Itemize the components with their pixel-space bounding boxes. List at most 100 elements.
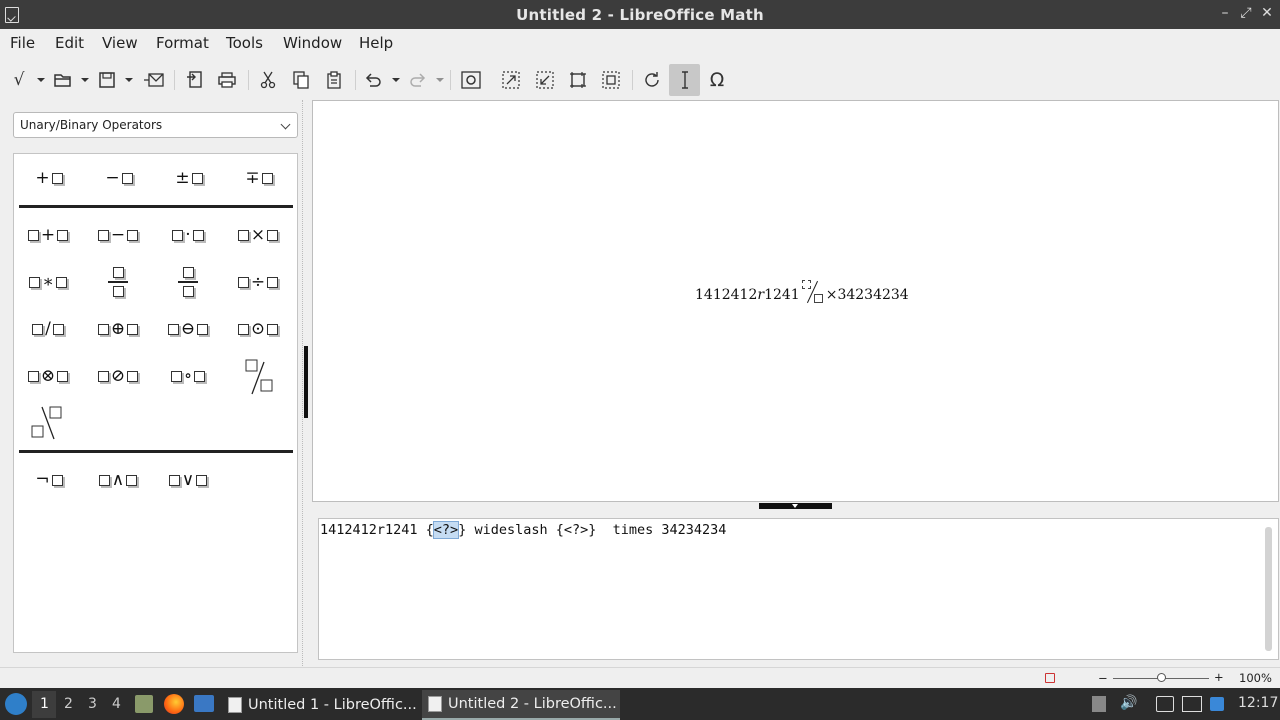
menu-bar: File Edit View Format Tools Window Help: [0, 29, 1280, 57]
cut-icon[interactable]: [258, 69, 278, 91]
rendered-formula: 1412412r1241 ×34234234: [695, 280, 909, 304]
title-bar: Untitled 2 - LibreOffice Math – ⤢ ✕: [0, 0, 1280, 29]
zoom-out-icon[interactable]: [501, 69, 521, 91]
workspace-4[interactable]: 4: [112, 696, 121, 712]
chevron-down-icon: [280, 119, 291, 130]
menu-tools[interactable]: Tools: [226, 34, 263, 52]
file-manager-icon[interactable]: [135, 695, 153, 713]
element-composition[interactable]: ∘: [158, 356, 218, 396]
selected-placeholder: <?>: [432, 521, 460, 539]
zoom-in-icon[interactable]: [460, 69, 482, 91]
element-multiplication-asterisk[interactable]: ∗: [18, 262, 78, 302]
open-icon[interactable]: [53, 69, 73, 91]
clipboard-icon[interactable]: [1092, 696, 1106, 712]
zoom-in-button[interactable]: +: [1214, 670, 1224, 684]
menu-edit[interactable]: Edit: [55, 34, 84, 52]
menu-help[interactable]: Help: [359, 34, 393, 52]
update-icon[interactable]: [642, 69, 662, 91]
formula-cursor-icon[interactable]: √: [9, 69, 29, 91]
elements-panel: + − ± ∓ + − · × ∗ ÷ / ⊕ ⊖ ⊙ ⊗ ⊘ ∘ ¬ ∧ ∨: [13, 153, 298, 653]
clock: 12:17: [1238, 695, 1279, 711]
menu-format[interactable]: Format: [156, 34, 209, 52]
sidebar-splitter-handle[interactable]: [304, 346, 308, 418]
element-division-fraction[interactable]: [158, 262, 218, 302]
workspace-1[interactable]: 1: [40, 696, 49, 712]
zoom-100-icon[interactable]: [568, 69, 588, 91]
close-button[interactable]: ✕: [1258, 5, 1276, 21]
status-bar: − + 100%: [0, 667, 1280, 688]
start-menu-icon[interactable]: [5, 693, 27, 715]
category-dropdown-value: Unary/Binary Operators: [20, 118, 163, 132]
chevron-down-icon[interactable]: [37, 78, 45, 82]
zoom-optimal-icon[interactable]: [601, 69, 621, 91]
element-slash[interactable]: /: [18, 309, 78, 349]
elements-category-dropdown[interactable]: Unary/Binary Operators: [13, 112, 298, 138]
command-editor[interactable]: 1412412r1241 {<?>} wideslash {<?>} times…: [318, 518, 1279, 660]
taskbar: 1 2 3 4 Untitled 1 - LibreOffic... Untit…: [0, 688, 1280, 720]
workspace-2[interactable]: 2: [64, 696, 73, 712]
zoom-level[interactable]: 100%: [1239, 671, 1272, 685]
chevron-down-icon: [792, 504, 798, 508]
element-multiplication-dot[interactable]: ·: [158, 215, 218, 255]
formula-cursor-toggle-icon[interactable]: [669, 64, 700, 96]
element-circled-dot[interactable]: ⊙: [228, 309, 288, 349]
element-plus-minus[interactable]: ±: [158, 158, 218, 198]
firefox-icon[interactable]: [164, 694, 184, 714]
element-unary-minus[interactable]: −: [88, 158, 148, 198]
menu-view[interactable]: View: [102, 34, 138, 52]
network-icon[interactable]: [1210, 697, 1224, 711]
element-widebslash[interactable]: [18, 403, 78, 443]
chevron-down-icon[interactable]: [392, 78, 400, 82]
command-text[interactable]: 1412412r1241 {<?>} wideslash {<?>} times…: [320, 521, 726, 539]
export-pdf-icon[interactable]: [184, 69, 204, 91]
element-minus-plus[interactable]: ∓: [228, 158, 288, 198]
minimize-button[interactable]: –: [1216, 5, 1234, 21]
zoom-out-button[interactable]: −: [1098, 671, 1108, 685]
restore-button[interactable]: ⤢: [1237, 5, 1255, 21]
chevron-down-icon[interactable]: [436, 78, 444, 82]
element-addition[interactable]: +: [18, 215, 78, 255]
element-unary-plus[interactable]: +: [18, 158, 78, 198]
paste-icon[interactable]: [324, 69, 344, 91]
element-multiplication-x[interactable]: ×: [228, 215, 288, 255]
menu-file[interactable]: File: [10, 34, 35, 52]
document-modified-icon[interactable]: [1045, 673, 1055, 683]
element-circled-minus[interactable]: ⊖: [158, 309, 218, 349]
element-wideslash[interactable]: [228, 356, 288, 396]
element-circled-plus[interactable]: ⊕: [88, 309, 148, 349]
zoom-slider-thumb[interactable]: [1156, 673, 1166, 682]
element-circled-slash[interactable]: ⊘: [88, 356, 148, 396]
print-icon[interactable]: [217, 69, 237, 91]
task-untitled-2[interactable]: Untitled 2 - LibreOffic...: [422, 690, 620, 720]
display-icon[interactable]: [1182, 696, 1202, 712]
section-divider: [19, 450, 293, 453]
show-all-icon[interactable]: [535, 69, 555, 91]
wideslash-placeholder: [800, 280, 826, 304]
undo-icon[interactable]: [363, 69, 383, 91]
chevron-down-icon[interactable]: [125, 78, 133, 82]
save-icon[interactable]: [97, 69, 117, 91]
volume-icon[interactable]: 🔊: [1120, 695, 1137, 711]
notes-icon[interactable]: [1156, 696, 1174, 712]
workspace-3[interactable]: 3: [88, 696, 97, 712]
symbols-icon[interactable]: Ω: [706, 69, 728, 91]
window-title: Untitled 2 - LibreOffice Math: [516, 6, 764, 24]
element-boolean-and[interactable]: ∧: [88, 460, 148, 500]
element-boolean-not[interactable]: ¬: [18, 460, 78, 500]
desktop-icon[interactable]: [194, 695, 214, 712]
vertical-scrollbar[interactable]: [1265, 527, 1272, 651]
element-subtraction[interactable]: −: [88, 215, 148, 255]
redo-icon[interactable]: [408, 69, 428, 91]
copy-icon[interactable]: [291, 69, 311, 91]
task-untitled-1[interactable]: Untitled 1 - LibreOffic...: [222, 690, 418, 720]
element-circled-times[interactable]: ⊗: [18, 356, 78, 396]
formula-document-view[interactable]: 1412412r1241 ×34234234: [312, 100, 1279, 502]
element-boolean-or[interactable]: ∨: [158, 460, 218, 500]
element-fraction[interactable]: [88, 262, 148, 302]
chevron-down-icon[interactable]: [81, 78, 89, 82]
menu-window[interactable]: Window: [283, 34, 342, 52]
element-division[interactable]: ÷: [228, 262, 288, 302]
document-icon: [228, 697, 242, 713]
document-icon: [428, 696, 442, 712]
email-icon[interactable]: [143, 69, 165, 91]
